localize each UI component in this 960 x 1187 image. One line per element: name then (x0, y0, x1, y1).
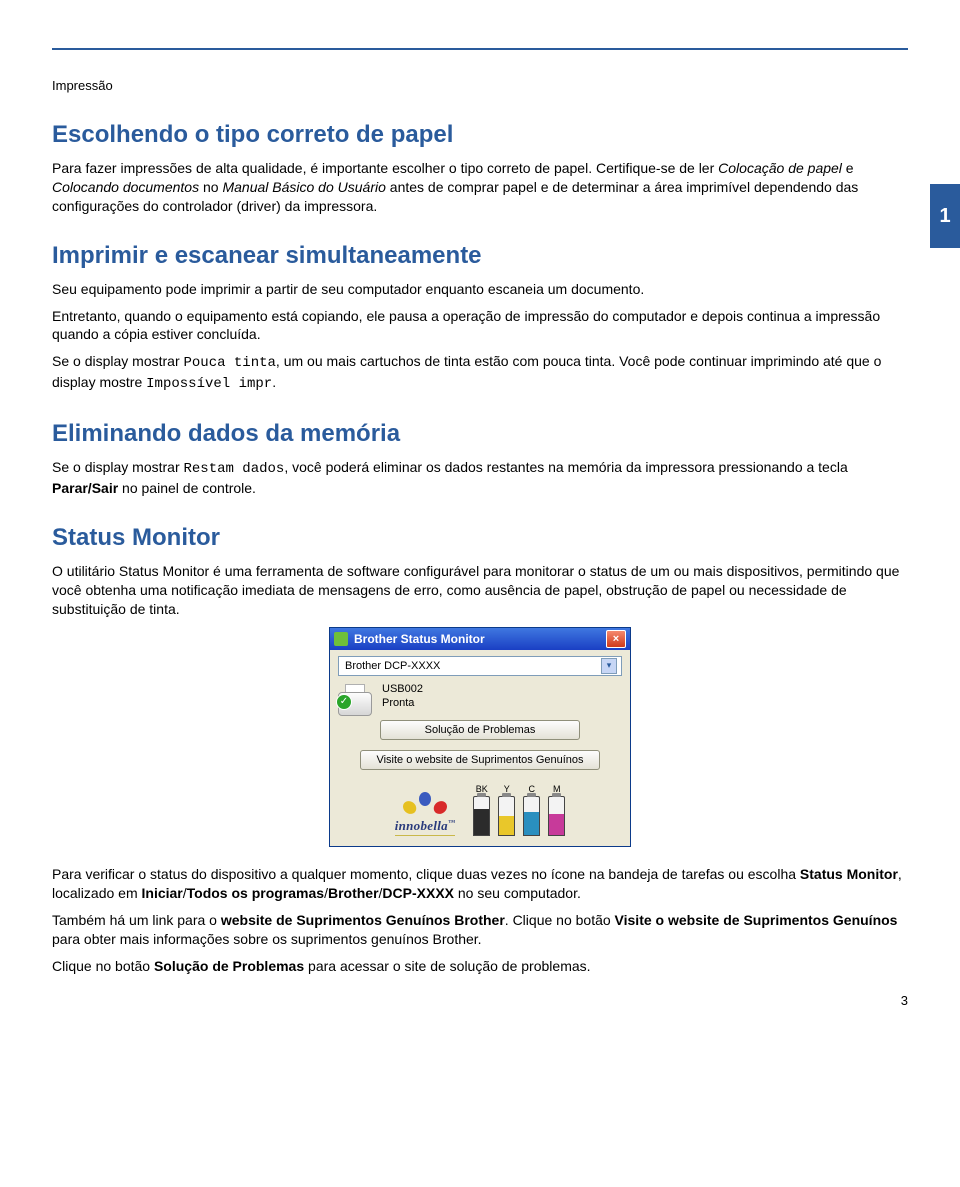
text: Para verificar o status do dispositivo a… (52, 866, 800, 882)
paragraph-clear-memory: Se o display mostrar Restam dados, você … (52, 458, 908, 498)
text-italic: Colocação de papel (718, 160, 842, 176)
text-bold: DCP-XXXX (382, 885, 454, 901)
ink-cartridge-m (548, 796, 565, 836)
paragraph-supplies-link: Também há um link para o website de Supr… (52, 911, 908, 949)
text: no seu computador. (454, 885, 581, 901)
close-icon[interactable]: × (606, 630, 626, 648)
text-mono: Restam dados (184, 461, 285, 477)
chevron-down-icon: ▾ (601, 658, 617, 674)
text: , você poderá eliminar os dados restante… (284, 459, 847, 475)
text: no (199, 179, 222, 195)
troubleshoot-button[interactable]: Solução de Problemas (380, 720, 580, 740)
chapter-tab: 1 (930, 184, 960, 248)
text: no painel de controle. (118, 480, 256, 496)
printer-icon: ✓ (338, 684, 374, 708)
status-ok-badge-icon: ✓ (336, 694, 352, 710)
text: Se o display mostrar (52, 459, 184, 475)
paragraph-troubleshoot-link: Clique no botão Solução de Problemas par… (52, 957, 908, 976)
text-bold: Brother (328, 885, 379, 901)
header-rule (52, 48, 908, 50)
status-monitor-title: Brother Status Monitor (354, 632, 606, 646)
port-label: USB002 (382, 682, 423, 696)
text: e (842, 160, 854, 176)
status-monitor-window: Brother Status Monitor × Brother DCP-XXX… (329, 627, 631, 848)
status-label: Pronta (382, 696, 423, 710)
ink-levels: BK Y C M (473, 784, 565, 836)
paragraph: Entretanto, quando o equipamento está co… (52, 307, 908, 345)
text: para acessar o site de solução de proble… (304, 958, 590, 974)
paragraph: Seu equipamento pode imprimir a partir d… (52, 280, 908, 299)
paragraph-paper-type: Para fazer impressões de alta qualidade,… (52, 159, 908, 216)
ink-cartridge-c (523, 796, 540, 836)
paragraph-status-monitor-intro: O utilitário Status Monitor é uma ferram… (52, 562, 908, 619)
text-bold: Solução de Problemas (154, 958, 304, 974)
ink-cartridge-bk (473, 796, 490, 836)
text-bold: website de Suprimentos Genuínos Brother (221, 912, 505, 928)
status-monitor-titlebar: Brother Status Monitor × (330, 628, 630, 650)
innobella-word: innobella (395, 818, 448, 833)
text-bold: Parar/Sair (52, 480, 118, 496)
heading-print-scan: Imprimir e escanear simultaneamente (52, 242, 908, 270)
text: Clique no botão (52, 958, 154, 974)
text: Para fazer impressões de alta qualidade,… (52, 160, 718, 176)
text-mono: Pouca tinta (184, 355, 276, 371)
breadcrumb: Impressão (52, 78, 908, 93)
text: . (272, 374, 276, 390)
text-italic: Colocando documentos (52, 179, 199, 195)
device-select-value: Brother DCP-XXXX (345, 660, 440, 672)
text-bold: Status Monitor (800, 866, 898, 882)
text-bold: Todos os programas (187, 885, 324, 901)
trademark: ™ (448, 819, 455, 827)
text: . Clique no botão (505, 912, 615, 928)
text-bold: Iniciar (142, 885, 183, 901)
heading-clear-memory: Eliminando dados da memória (52, 420, 908, 448)
device-select[interactable]: Brother DCP-XXXX ▾ (338, 656, 622, 676)
ink-cartridge-y (498, 796, 515, 836)
status-monitor-app-icon (334, 632, 348, 646)
text-italic: Manual Básico do Usuário (222, 179, 385, 195)
heading-paper-type: Escolhendo o tipo correto de papel (52, 121, 908, 149)
page-number: 3 (901, 993, 908, 1008)
text-mono: Impossível impr (146, 376, 272, 392)
text: Também há um link para o (52, 912, 221, 928)
text: Se o display mostrar (52, 353, 184, 369)
text-bold: Visite o website de Suprimentos Genuínos (615, 912, 898, 928)
paragraph-check-status: Para verificar o status do dispositivo a… (52, 865, 908, 903)
heading-status-monitor: Status Monitor (52, 524, 908, 552)
text: para obter mais informações sobre os sup… (52, 931, 482, 947)
paragraph-low-ink: Se o display mostrar Pouca tinta, um ou … (52, 352, 908, 394)
innobella-logo: innobella™ (395, 792, 456, 836)
genuine-supplies-button[interactable]: Visite o website de Suprimentos Genuínos (360, 750, 600, 770)
